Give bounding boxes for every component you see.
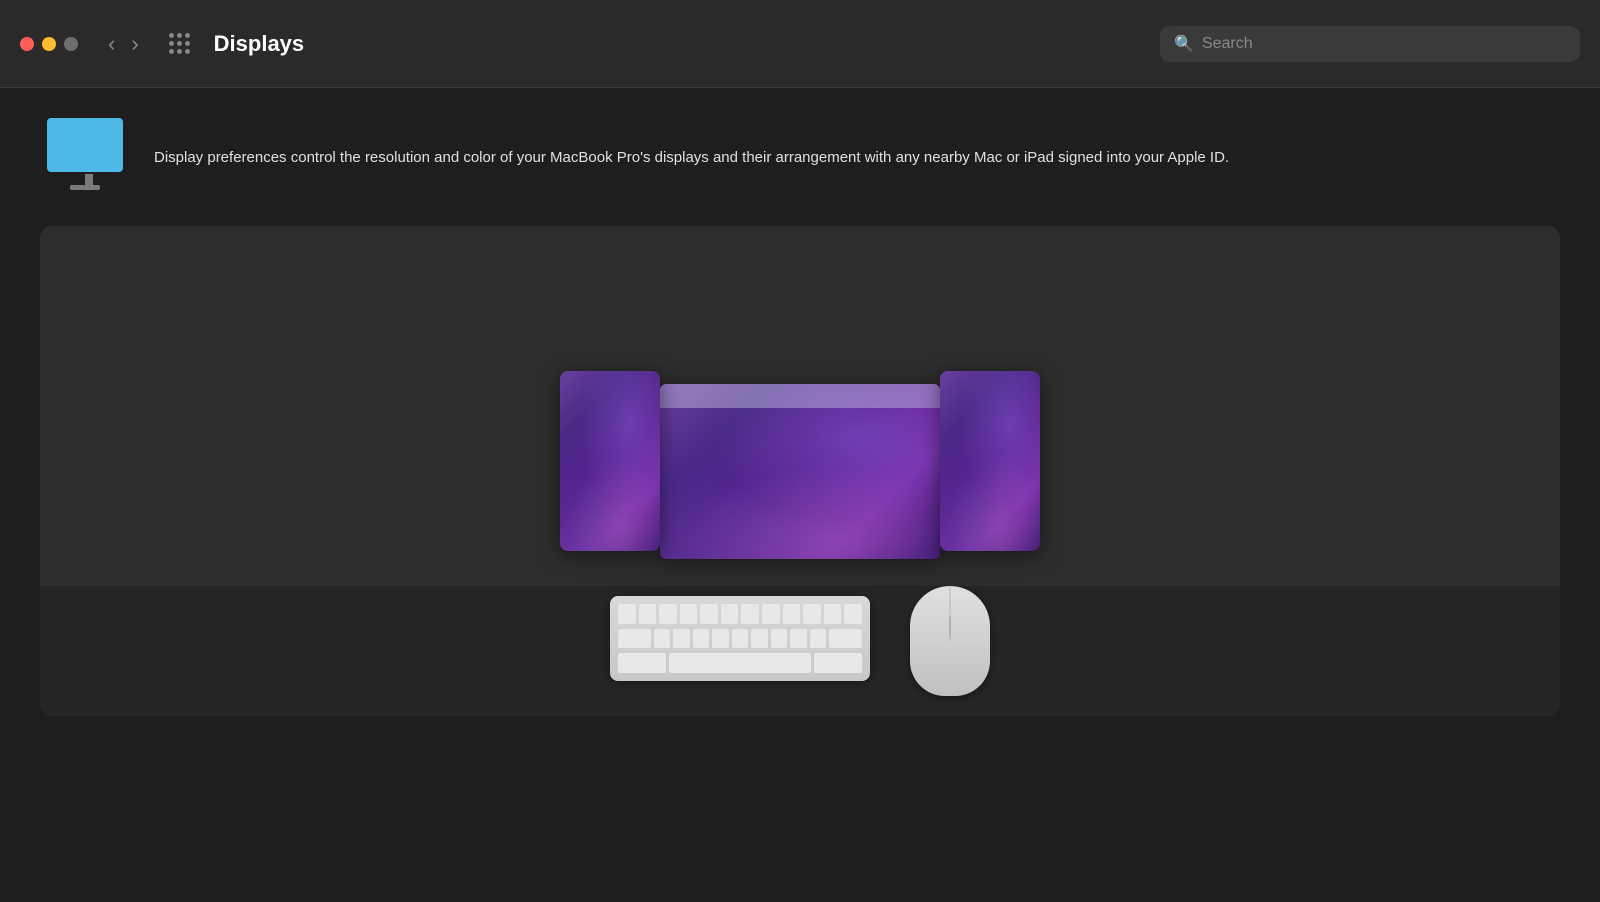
key: [659, 604, 677, 624]
grid-dot: [169, 41, 174, 46]
titlebar: ‹ › Displays 🔍: [0, 0, 1600, 88]
key: [790, 629, 806, 649]
main-content: Display preferences control the resoluti…: [0, 88, 1600, 716]
key-row-2: [618, 629, 862, 649]
key: [762, 604, 780, 624]
search-icon: 🔍: [1174, 34, 1194, 54]
right-display[interactable]: [940, 371, 1040, 551]
nav-buttons: ‹ ›: [102, 29, 145, 59]
key: [639, 604, 657, 624]
bottom-bar: [40, 586, 1560, 716]
minimize-button[interactable]: [42, 37, 56, 51]
key: [814, 653, 862, 673]
key: [618, 653, 666, 673]
monitor-stand-base: [70, 185, 100, 190]
key: [741, 604, 759, 624]
key-row-1: [618, 604, 862, 624]
grid-dot: [185, 41, 190, 46]
mouse-icon: [910, 586, 990, 696]
spacebar-key: [669, 653, 812, 673]
key: [751, 629, 767, 649]
close-button[interactable]: [20, 37, 34, 51]
key: [618, 604, 636, 624]
key: [783, 604, 801, 624]
right-display-wallpaper: [940, 371, 1040, 551]
key: [712, 629, 728, 649]
description-row: Display preferences control the resoluti…: [40, 118, 1560, 198]
grid-dot: [169, 33, 174, 38]
key: [654, 629, 670, 649]
key: [771, 629, 787, 649]
center-display[interactable]: [660, 384, 940, 559]
display-canvas[interactable]: [40, 226, 1560, 716]
left-display-wallpaper: [560, 371, 660, 551]
back-button[interactable]: ‹: [102, 29, 121, 59]
grid-dot: [177, 33, 182, 38]
grid-dot: [169, 49, 174, 54]
grid-menu-button[interactable]: [169, 33, 190, 54]
description-text: Display preferences control the resoluti…: [154, 146, 1229, 169]
keyboard-icon: [610, 596, 870, 681]
left-display[interactable]: [560, 371, 660, 551]
menubar-highlight: [660, 384, 940, 408]
key: [680, 604, 698, 624]
key: [693, 629, 709, 649]
key: [824, 604, 842, 624]
center-display-wallpaper: [660, 384, 940, 559]
key: [618, 629, 651, 649]
page-title: Displays: [214, 31, 1144, 57]
displays-visualization: [560, 361, 1040, 581]
key: [721, 604, 739, 624]
traffic-lights: [20, 37, 78, 51]
key: [673, 629, 689, 649]
grid-dot: [177, 41, 182, 46]
key: [803, 604, 821, 624]
key: [844, 604, 862, 624]
forward-button[interactable]: ›: [125, 29, 144, 59]
key: [810, 629, 826, 649]
search-bar[interactable]: 🔍: [1160, 26, 1580, 62]
grid-dot: [185, 33, 190, 38]
display-icon: [40, 118, 130, 198]
grid-dot: [185, 49, 190, 54]
key-row-3: [618, 653, 862, 673]
grid-dot: [177, 49, 182, 54]
search-input[interactable]: [1202, 35, 1566, 53]
key: [700, 604, 718, 624]
key: [732, 629, 748, 649]
fullscreen-button[interactable]: [64, 37, 78, 51]
key: [829, 629, 862, 649]
monitor-screen: [47, 118, 123, 172]
